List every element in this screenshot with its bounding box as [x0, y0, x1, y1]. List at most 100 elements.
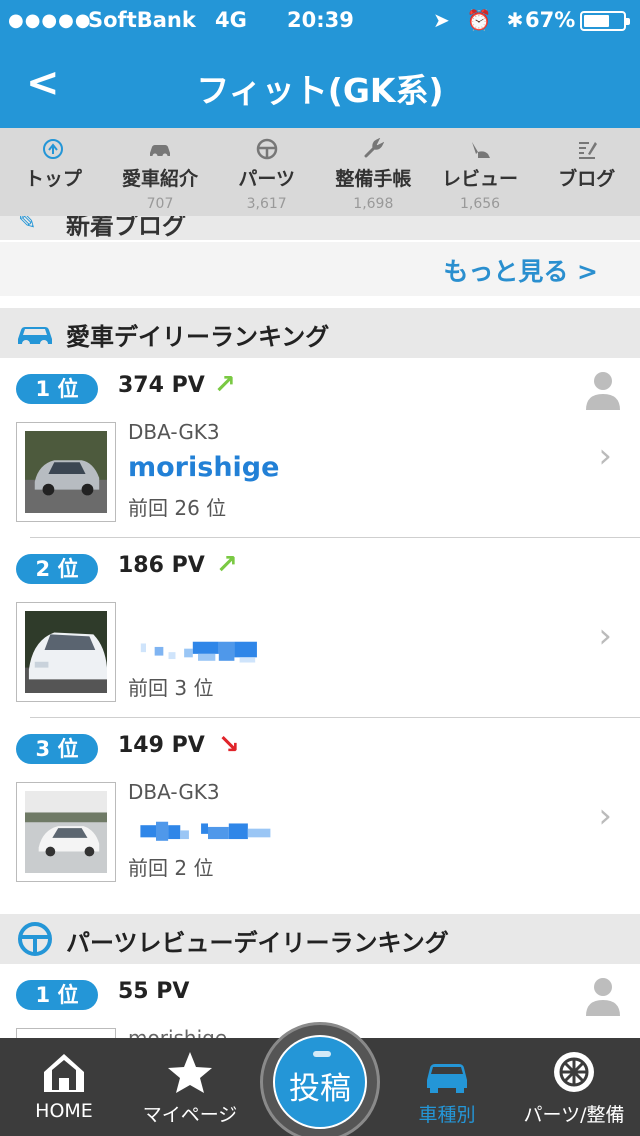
previous-rank: 前回 26 位 — [128, 496, 227, 520]
more-row: もっと見る > — [0, 242, 640, 296]
ranking-item-3[interactable]: 3 位 149 PV ↘ DBA-GK3 前回 2 位 › — [0, 718, 640, 898]
new-blog-title: 新着ブログ — [66, 216, 186, 240]
trend-up-icon: ↗ — [214, 370, 236, 400]
post-button-label: 投稿 — [289, 1071, 351, 1107]
network-type: 4G — [215, 8, 247, 32]
car-model: DBA-GK3 — [128, 780, 220, 804]
review-icon — [427, 138, 534, 162]
user-name[interactable]: morishige — [128, 452, 279, 483]
tab-label: トップ — [24, 168, 82, 190]
car-photo — [25, 611, 107, 693]
car-icon — [107, 138, 214, 162]
carrier-name: SoftBank — [88, 8, 196, 32]
car-icon — [427, 1064, 467, 1093]
car-thumbnail — [16, 782, 116, 882]
blog-icon — [533, 138, 640, 162]
location-icon: ➤ — [433, 8, 450, 32]
rank-badge: 3 位 — [16, 734, 98, 764]
top-circle-icon — [0, 138, 107, 162]
tab-count: 707 — [146, 196, 174, 212]
bottom-tab-home[interactable]: HOME — [0, 1038, 128, 1136]
more-link[interactable]: もっと見る > — [443, 252, 598, 288]
section-title: 愛車デイリーランキング — [66, 323, 330, 351]
trend-down-icon: ↘ — [218, 730, 240, 760]
battery-percent: 67% — [525, 8, 576, 32]
tab-blog[interactable]: ブログ — [533, 128, 640, 216]
section-title: パーツレビューデイリーランキング — [66, 929, 449, 957]
tab-count: 1,656 — [459, 196, 501, 212]
car-model: DBA-GK3 — [128, 420, 220, 444]
page-views: 55 PV — [118, 979, 190, 1004]
user-avatar-icon — [586, 372, 620, 410]
home-icon — [44, 1054, 84, 1092]
tab-top[interactable]: トップ — [0, 128, 107, 216]
car-thumbnail — [16, 602, 116, 702]
page-views: 149 PV — [118, 733, 205, 758]
car-photo — [25, 791, 107, 873]
battery-fill — [584, 15, 609, 27]
status-icons: ➤ ⏰ ✱ — [433, 8, 523, 32]
previous-rank: 前回 2 位 — [128, 856, 214, 880]
rank-badge: 1 位 — [16, 374, 98, 404]
tab-car-intro[interactable]: 愛車紹介 707 — [107, 128, 214, 216]
previous-rank: 前回 3 位 — [128, 676, 214, 700]
bottom-tab-label: マイページ — [142, 1104, 238, 1126]
status-time: 20:39 — [287, 8, 354, 32]
bottom-tab-label: 車種別 — [418, 1104, 476, 1126]
bottom-tab-parts[interactable]: パーツ/整備 — [510, 1038, 638, 1136]
rank-badge: 1 位 — [16, 980, 98, 1010]
battery-icon — [580, 11, 630, 31]
user-avatar-icon — [586, 978, 620, 1016]
tab-label: 愛車紹介 — [122, 168, 199, 190]
parts-ranking-header: パーツレビューデイリーランキング — [0, 914, 640, 964]
pixelated-user-name — [140, 641, 257, 663]
tab-maintenance[interactable]: 整備手帳 1,698 — [320, 128, 427, 216]
bottom-tab-label: HOME — [35, 1100, 93, 1122]
post-button[interactable]: 投稿 — [260, 1022, 380, 1136]
ranking-item-2[interactable]: 2 位 186 PV ↗ 前回 3 位 › — [0, 538, 640, 718]
page-title: フィット(GK系) — [196, 71, 444, 110]
nav-bar: < フィット(GK系) — [0, 40, 640, 128]
category-tabs: トップ 愛車紹介 707 パーツ 3,617 整備手帳 1,698 レビュー 1… — [0, 128, 640, 216]
car-icon — [18, 327, 52, 348]
user-name[interactable]: morishige — [128, 1026, 227, 1038]
pixelated-user-name — [140, 821, 271, 841]
part-thumbnail — [16, 1028, 116, 1038]
battery-nub — [626, 18, 630, 25]
wrench-icon — [320, 137, 427, 162]
status-bar: ●●●●● SoftBank 4G 20:39 ➤ ⏰ ✱ 67% — [0, 0, 640, 40]
bluetooth-icon: ✱ — [506, 8, 524, 32]
car-ranking-header: 愛車デイリーランキング — [0, 308, 640, 358]
bottom-tab-by-model[interactable]: 車種別 — [383, 1038, 511, 1136]
star-icon — [168, 1052, 212, 1093]
chevron-right-icon: › — [598, 616, 612, 656]
steering-wheel-icon — [18, 922, 52, 956]
bottom-tab-label: パーツ/整備 — [523, 1104, 625, 1126]
tab-review[interactable]: レビュー 1,656 — [427, 128, 534, 216]
tab-label: パーツ — [238, 168, 295, 190]
alarm-icon: ⏰ — [466, 8, 492, 32]
wheel-icon — [554, 1052, 594, 1092]
tab-count: 3,617 — [246, 196, 287, 212]
trend-up-icon: ↗ — [216, 550, 238, 580]
blog-icon: ✎ — [18, 216, 37, 235]
post-button-inner: 投稿 — [273, 1035, 367, 1129]
ranking-item-1[interactable]: 1 位 374 PV ↗ DBA-GK3 morishige 前回 26 位 › — [0, 358, 640, 538]
tab-label: ブログ — [558, 168, 616, 190]
tab-count: 1,698 — [353, 196, 394, 212]
page-views: 374 PV — [118, 373, 205, 398]
car-thumbnail — [16, 422, 116, 522]
tab-label: レビュー — [442, 168, 519, 190]
rank-badge: 2 位 — [16, 554, 98, 584]
page-views: 186 PV — [118, 553, 205, 578]
chevron-right-icon: › — [598, 436, 612, 476]
tab-label: 整備手帳 — [335, 168, 412, 190]
new-blog-header: ✎ 新着ブログ — [0, 216, 640, 240]
bottom-tab-mypage[interactable]: マイページ — [126, 1038, 254, 1136]
tab-parts[interactable]: パーツ 3,617 — [213, 128, 320, 216]
chevron-right-icon: › — [598, 796, 612, 836]
post-slot-icon — [313, 1051, 331, 1057]
scroll-content[interactable]: ✎ 新着ブログ もっと見る > 愛車デイリーランキング 1 位 374 PV ↗ — [0, 216, 640, 1038]
steering-wheel-icon — [213, 138, 320, 162]
car-photo — [25, 431, 107, 513]
